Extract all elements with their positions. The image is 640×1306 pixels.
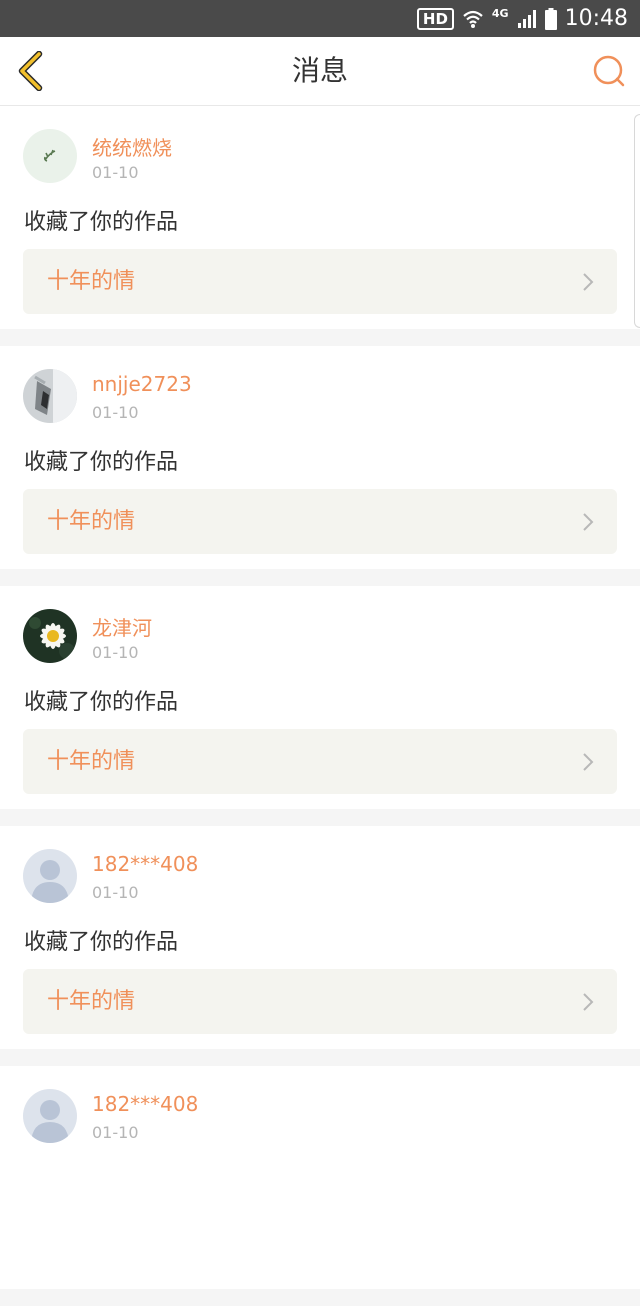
- avatar[interactable]: [23, 609, 77, 663]
- message-card: 182***408 01-10: [0, 1066, 640, 1289]
- work-title: 十年的情: [47, 509, 136, 534]
- message-card: 统统燃烧 01-10 收藏了你的作品 十年的情: [0, 106, 640, 329]
- avatar[interactable]: [23, 129, 77, 183]
- action-text: 收藏了你的作品: [24, 210, 179, 235]
- message-date: 01-10: [92, 883, 139, 902]
- work-title: 十年的情: [47, 269, 136, 294]
- avatar[interactable]: [23, 1089, 77, 1143]
- signal-icon: [517, 9, 536, 28]
- network-type: 4G: [491, 7, 509, 20]
- chevron-right-icon: [583, 273, 594, 291]
- message-date: 01-10: [92, 643, 139, 662]
- page-title: 消息: [291, 54, 348, 87]
- wifi-icon: [463, 10, 483, 28]
- chevron-right-icon: [583, 753, 594, 771]
- message-date: 01-10: [92, 403, 139, 422]
- photo-icon: [23, 369, 77, 423]
- chevron-right-icon: [583, 993, 594, 1011]
- chevron-right-icon: [583, 513, 594, 531]
- username[interactable]: 182***408: [92, 852, 198, 876]
- username[interactable]: 龙津河: [92, 612, 152, 641]
- sprout-icon: [23, 129, 77, 183]
- username[interactable]: nnjje2723: [92, 372, 192, 396]
- user-icon: [23, 1089, 77, 1143]
- user-icon: [23, 849, 77, 903]
- message-date: 01-10: [92, 163, 139, 182]
- action-text: 收藏了你的作品: [24, 450, 179, 475]
- work-link[interactable]: 十年的情: [23, 969, 617, 1034]
- battery-icon: [544, 7, 557, 30]
- work-link[interactable]: 十年的情: [23, 249, 617, 314]
- message-card: nnjje2723 01-10 收藏了你的作品 十年的情: [0, 346, 640, 569]
- action-text: 收藏了你的作品: [24, 930, 179, 955]
- username[interactable]: 统统燃烧: [92, 132, 172, 161]
- status-bar: HD 4G 10:48: [0, 0, 640, 37]
- message-card: 龙津河 01-10 收藏了你的作品 十年的情: [0, 586, 640, 809]
- username[interactable]: 182***408: [92, 1092, 198, 1116]
- message-list: 统统燃烧 01-10 收藏了你的作品 十年的情 nnjje2723 01-10 …: [0, 106, 640, 1306]
- hd-badge: HD: [416, 7, 454, 30]
- nav-bar: 消息: [0, 37, 640, 106]
- flower-icon: [23, 609, 77, 663]
- message-date: 01-10: [92, 1123, 139, 1142]
- clock: 10:48: [564, 6, 628, 31]
- avatar[interactable]: [23, 849, 77, 903]
- avatar[interactable]: [23, 369, 77, 423]
- work-title: 十年的情: [47, 749, 136, 774]
- search-icon[interactable]: [592, 54, 626, 88]
- work-title: 十年的情: [47, 989, 136, 1014]
- work-link[interactable]: 十年的情: [23, 489, 617, 554]
- action-text: 收藏了你的作品: [24, 690, 179, 715]
- scroll-indicator[interactable]: [634, 114, 640, 328]
- work-link[interactable]: 十年的情: [23, 729, 617, 794]
- message-card: 182***408 01-10 收藏了你的作品 十年的情: [0, 826, 640, 1049]
